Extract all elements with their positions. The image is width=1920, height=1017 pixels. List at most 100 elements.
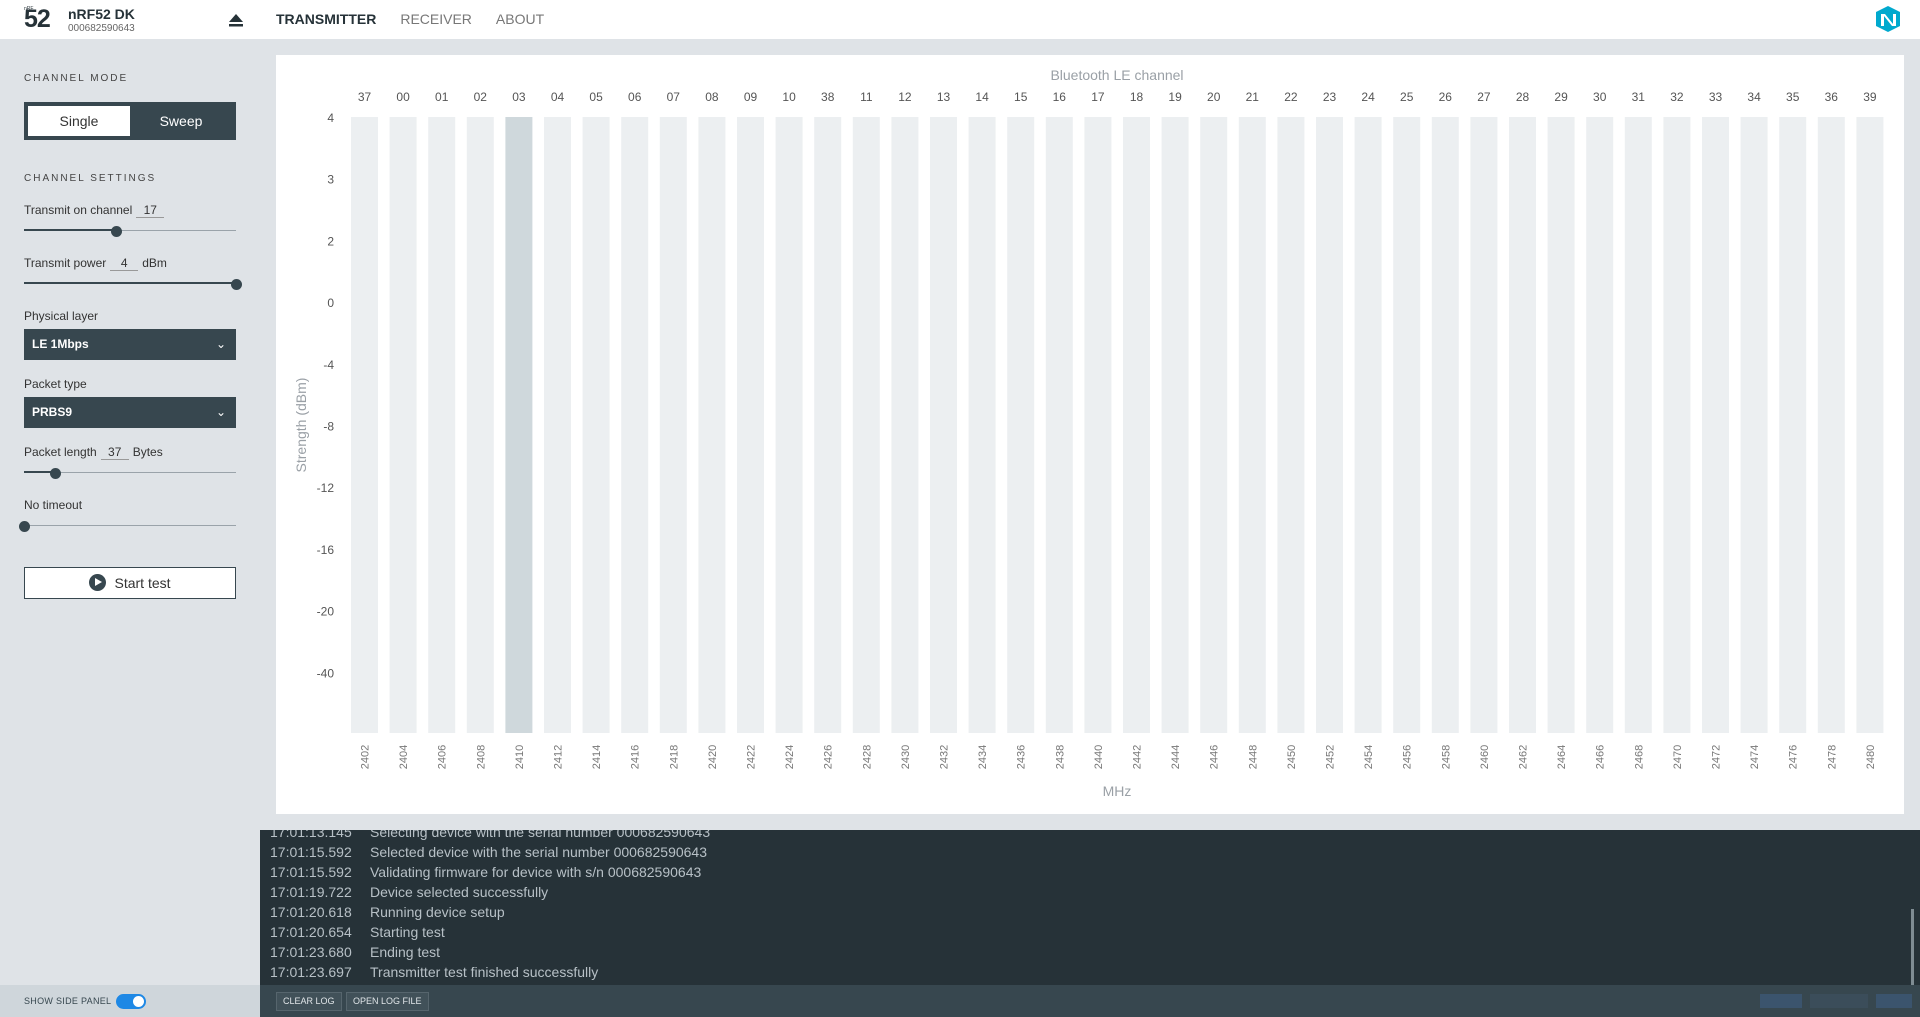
tab-about[interactable]: ABOUT	[496, 0, 544, 39]
channel-tick-label: 25	[1400, 90, 1414, 104]
channel-mode-toggle[interactable]: Single Sweep	[24, 102, 236, 140]
log-message: Validating firmware for device with s/n …	[370, 864, 702, 880]
channel-tick-label: 23	[1323, 90, 1337, 104]
y-tick-label: 4	[327, 111, 334, 125]
channel-bar	[968, 117, 996, 733]
slider-handle[interactable]	[49, 468, 61, 479]
frequency-tick-label: 2432	[939, 745, 951, 769]
start-test-button[interactable]: Start test	[24, 567, 236, 599]
slider-handle[interactable]	[111, 226, 123, 237]
channel-bar	[389, 117, 417, 733]
channel-tick-label: 13	[937, 90, 951, 104]
frequency-tick-label: 2436	[1016, 745, 1028, 769]
y-tick-label: 3	[327, 173, 334, 187]
channel-tick-label: 39	[1863, 90, 1877, 104]
channel-bar	[891, 117, 919, 733]
packet-type-select[interactable]: PRBS9 ⌄	[24, 397, 236, 428]
frequency-tick-label: 2418	[668, 745, 680, 769]
transmit-power-slider[interactable]	[24, 279, 242, 290]
channel-tick-label: 28	[1516, 90, 1530, 104]
frequency-tick-label: 2478	[1826, 745, 1838, 769]
frequency-tick-label: 2472	[1711, 745, 1723, 769]
tab-transmitter[interactable]: TRANSMITTER	[276, 0, 376, 39]
channel-bar	[659, 117, 687, 733]
channel-bar	[1817, 117, 1845, 733]
log-message: Selecting device with the serial number …	[370, 830, 711, 840]
physical-layer-label: Physical layer	[24, 309, 99, 323]
channel-bar	[428, 117, 456, 733]
y-tick-label: -16	[317, 543, 335, 557]
frequency-tick-label: 2404	[398, 745, 410, 769]
channel-tick-label: 24	[1361, 90, 1375, 104]
channel-tick-label: 18	[1130, 90, 1144, 104]
transmit-channel-value[interactable]: 17	[136, 203, 165, 218]
log-timestamp: 17:01:20.618	[270, 904, 352, 920]
log-scrollbar[interactable]	[1911, 909, 1914, 985]
timeout-slider[interactable]	[19, 521, 236, 532]
log-timestamp: 17:01:23.680	[270, 944, 352, 960]
frequency-tick-label: 2460	[1479, 745, 1491, 769]
channel-tick-label: 11	[860, 90, 873, 104]
top-bar: nRF 52 nRF52 DK 000682590643 TRANSMITTER…	[0, 0, 1920, 39]
channel-tick-label: 03	[512, 90, 526, 104]
channel-tick-label: 33	[1709, 90, 1723, 104]
log-timestamp: 17:01:20.654	[270, 924, 352, 940]
channel-mode-title: CHANNEL MODE	[24, 73, 129, 84]
transmit-channel-label: Transmit on channel 17	[24, 203, 168, 218]
frequency-tick-label: 2458	[1440, 745, 1452, 769]
channel-tick-label: 06	[628, 90, 642, 104]
channel-tick-label: 34	[1747, 90, 1761, 104]
channel-bar	[1702, 117, 1729, 733]
transmit-power-value[interactable]: 4	[110, 256, 139, 271]
channel-tick-label: 31	[1632, 90, 1646, 104]
channel-bar	[930, 117, 957, 733]
channel-tick-label: 26	[1439, 90, 1453, 104]
packet-length-value[interactable]: 37	[100, 445, 129, 460]
frequency-tick-label: 2420	[707, 745, 719, 769]
transmit-channel-slider[interactable]	[24, 226, 236, 237]
partner-logo-icon	[1810, 994, 1868, 1008]
channel-tick-label: 32	[1670, 90, 1684, 104]
play-icon	[89, 573, 107, 591]
open-log-file-button[interactable]: OPEN LOG FILE	[346, 992, 429, 1011]
channel-tick-label: 12	[898, 90, 912, 104]
clear-log-button[interactable]: CLEAR LOG	[276, 992, 342, 1011]
channel-bar	[582, 117, 610, 733]
slider-handle[interactable]	[231, 279, 242, 290]
device-selector[interactable]: nRF 52 nRF52 DK 000682590643	[0, 0, 260, 39]
channel-bar	[1123, 117, 1150, 733]
show-side-panel-toggle[interactable]	[116, 994, 146, 1009]
log-message: Starting test	[370, 924, 445, 940]
x-axis-label: MHz	[1103, 783, 1132, 799]
y-tick-label: 0	[327, 296, 334, 310]
log-timestamp: 17:01:19.722	[270, 884, 352, 900]
channel-bar	[505, 117, 533, 733]
mode-single-button[interactable]: Single	[28, 106, 130, 136]
eject-icon[interactable]	[227, 12, 245, 28]
packet-length-slider[interactable]	[24, 468, 236, 479]
frequency-tick-label: 2444	[1170, 745, 1182, 769]
frequency-tick-label: 2414	[591, 745, 603, 769]
partner-logo-icon	[1876, 994, 1912, 1008]
frequency-tick-label: 2476	[1788, 745, 1800, 769]
transmit-power-label: Transmit power 4 dBm	[24, 256, 167, 271]
channel-bar	[1393, 117, 1421, 733]
frequency-tick-label: 2456	[1402, 745, 1414, 769]
channel-tick-label: 36	[1825, 90, 1839, 104]
channel-bar	[1470, 117, 1498, 733]
device-badge: nRF 52	[24, 5, 51, 33]
frequency-tick-label: 2430	[900, 745, 912, 769]
frequency-tick-label: 2442	[1132, 745, 1144, 769]
log-entry: 17:01:20.618 Running device setup	[270, 904, 505, 920]
mode-sweep-button[interactable]: Sweep	[130, 106, 232, 136]
frequency-tick-label: 2470	[1672, 745, 1684, 769]
log-panel[interactable]: 17:01:13.145 Selecting device with the se…	[260, 830, 1920, 985]
physical-layer-select[interactable]: LE 1Mbps ⌄	[24, 329, 236, 360]
log-entry: 17:01:15.592 Validating firmware for devi…	[270, 864, 701, 880]
slider-handle[interactable]	[19, 521, 30, 532]
log-entry: 17:01:15.592 Selected device with the ser…	[270, 844, 707, 860]
tab-receiver[interactable]: RECEIVER	[400, 0, 472, 39]
channel-bar	[1431, 117, 1459, 733]
packet-type-label: Packet type	[24, 377, 87, 391]
main-nav: TRANSMITTER RECEIVER ABOUT	[276, 0, 568, 39]
